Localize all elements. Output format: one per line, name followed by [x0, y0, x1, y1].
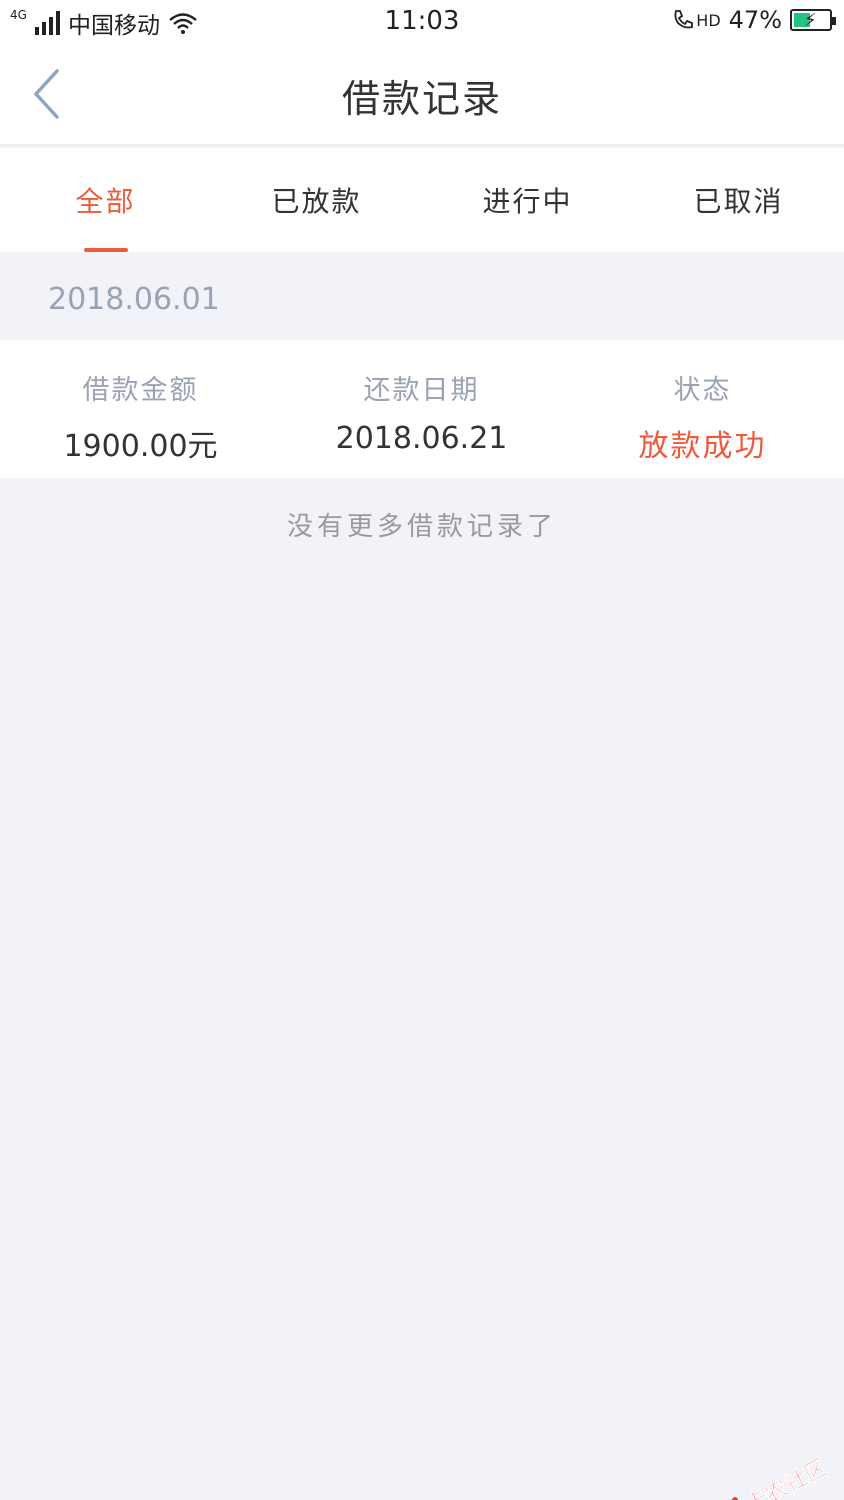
tab-cancelled[interactable]: 已取消	[633, 148, 844, 252]
status-label: 状态	[673, 375, 732, 406]
no-more-records-text: 没有更多借款记录了	[286, 512, 557, 542]
watermark-text: 卡农社区	[742, 1455, 832, 1500]
tab-in-progress[interactable]: 进行中	[422, 148, 633, 252]
volte-hd: HD	[672, 9, 721, 31]
filter-tabs: 全部 已放款 进行中 已取消	[0, 148, 844, 252]
status-right: HD 47% ⚡	[672, 6, 836, 34]
page-title: 借款记录	[341, 77, 502, 121]
amount-value: 1900.00元	[63, 429, 218, 464]
status-bar: 4G 中国移动 11:03 HD 47% ⚡	[0, 0, 844, 44]
repay-date-label: 还款日期	[363, 375, 480, 406]
amount-column: 借款金额 1900.00元	[0, 340, 281, 478]
hd-label: HD	[696, 10, 721, 30]
charging-bolt-icon: ⚡	[804, 10, 817, 31]
repay-date-value: 2018.06.21	[335, 421, 508, 456]
status-badge: 放款成功	[638, 429, 767, 464]
watermark: 卡农社区	[711, 1450, 832, 1500]
status-column: 状态 放款成功	[562, 340, 843, 478]
battery-cap	[832, 17, 836, 25]
amount-label: 借款金额	[82, 375, 199, 406]
tab-disbursed[interactable]: 已放款	[211, 148, 422, 252]
battery-icon: ⚡	[790, 9, 836, 31]
tab-label: 全部	[75, 185, 136, 218]
tab-label: 进行中	[482, 185, 573, 218]
nav-bar: 借款记录	[0, 44, 844, 146]
record-date-header: 2018.06.01	[48, 282, 220, 317]
tab-all[interactable]: 全部	[0, 148, 211, 252]
loan-records-screen: 4G 中国移动 11:03 HD 47% ⚡ 借款记录 全部 已放款 进行中 已…	[0, 0, 844, 1500]
loan-record-item[interactable]: 借款金额 1900.00元 还款日期 2018.06.21 状态 放款成功	[0, 340, 844, 478]
phone-icon	[674, 10, 694, 29]
active-tab-indicator	[84, 248, 128, 252]
tab-label: 已取消	[693, 185, 784, 218]
repay-date-column: 还款日期 2018.06.21	[281, 340, 562, 478]
tab-label: 已放款	[271, 185, 362, 218]
battery-percent: 47%	[728, 6, 782, 34]
